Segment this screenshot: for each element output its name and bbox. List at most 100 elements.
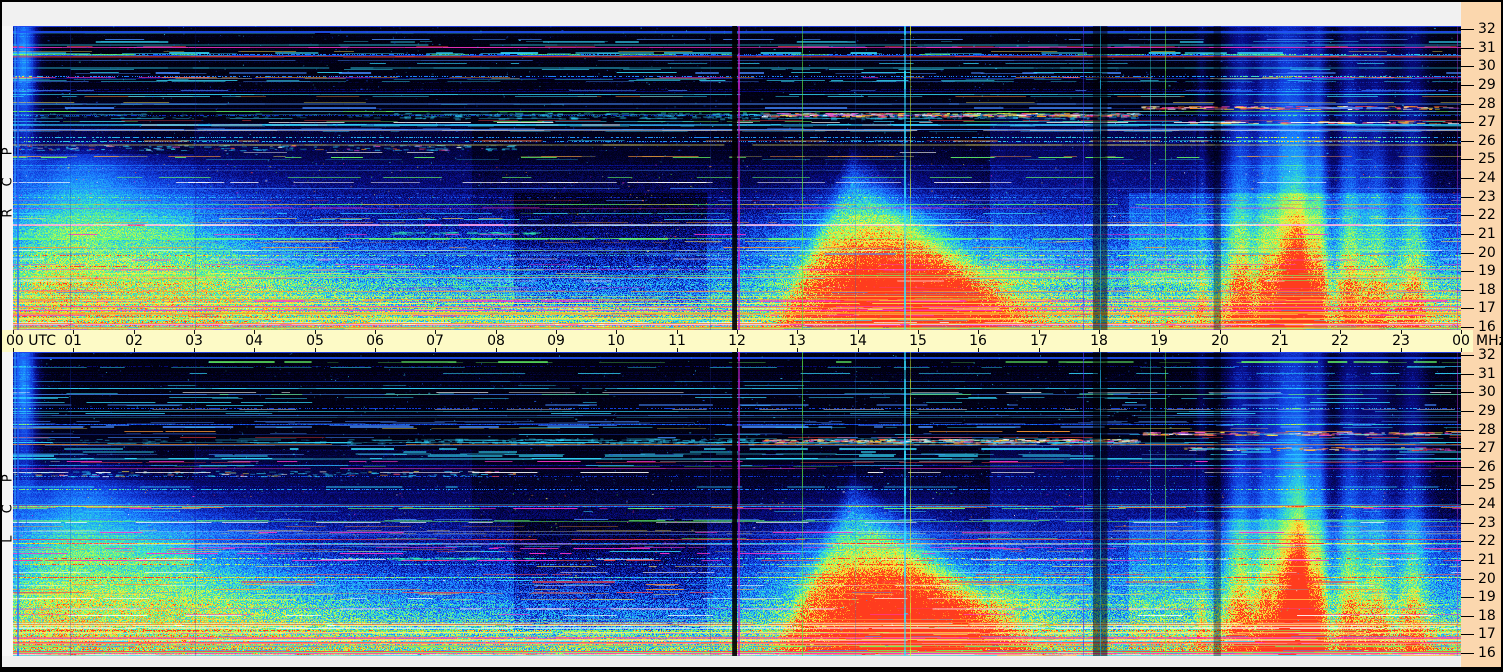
freq-tick-label: 23 [1478, 515, 1496, 531]
bottom-strip [2, 656, 1461, 667]
freq-tick [1461, 122, 1474, 123]
rcp-frequency-scale: 32 31 30 29 28 27 26 25 24 23 22 21 20 19 18 17 16 [1461, 21, 1503, 335]
freq-tick [1461, 253, 1474, 254]
time-tick-label: 20 [1211, 333, 1229, 349]
freq-tick-label: 19 [1478, 589, 1496, 605]
freq-tick [1461, 234, 1474, 235]
time-tick-label: 13 [788, 333, 806, 349]
lcp-frequency-scale: 32 31 30 29 28 27 26 25 24 23 22 21 20 19 18 17 16 [1461, 347, 1503, 661]
freq-tick [1461, 653, 1474, 654]
freq-tick-label: 24 [1478, 496, 1496, 512]
freq-tick-label: 25 [1478, 477, 1496, 493]
time-tick-label: 00 UTC [6, 333, 57, 349]
freq-tick-label: 31 [1478, 40, 1496, 56]
freq-tick [1461, 197, 1474, 198]
freq-tick [1461, 159, 1474, 160]
freq-tick [1461, 411, 1474, 412]
freq-tick-label: 16 [1478, 645, 1496, 661]
freq-tick-label: 17 [1478, 300, 1496, 316]
freq-tick-label: 32 [1478, 347, 1496, 363]
freq-tick-label: 21 [1478, 552, 1496, 568]
freq-tick-label: 18 [1478, 282, 1496, 298]
time-tick-label: 16 [969, 333, 987, 349]
freq-tick-label: 28 [1478, 422, 1496, 438]
freq-tick [1461, 327, 1474, 328]
freq-tick-label: 30 [1478, 58, 1496, 74]
freq-tick [1461, 85, 1474, 86]
freq-tick [1461, 392, 1474, 393]
freq-tick-label: 18 [1478, 608, 1496, 624]
freq-tick [1461, 66, 1474, 67]
time-tick-label: 17 [1030, 333, 1048, 349]
freq-tick-label: 24 [1478, 170, 1496, 186]
time-tick-label: 14 [849, 333, 867, 349]
freq-tick [1461, 616, 1474, 617]
freq-tick-label: 26 [1478, 459, 1496, 475]
time-tick-label: 21 [1271, 333, 1289, 349]
freq-tick [1461, 448, 1474, 449]
time-axis: 00 UTC 01 02 03 04 05 06 07 08 09 10 11 12 13 14 15 16 17… [2, 330, 1473, 352]
time-tick-label: 04 [245, 333, 263, 349]
time-tick-label: 12 [728, 333, 746, 349]
freq-tick-label: 21 [1478, 226, 1496, 242]
freq-tick [1461, 597, 1474, 598]
freq-tick [1461, 634, 1474, 635]
time-tick-label: 08 [487, 333, 505, 349]
freq-tick-label: 22 [1478, 207, 1496, 223]
freq-tick-label: 29 [1478, 403, 1496, 419]
time-tick-label: 06 [366, 333, 384, 349]
time-tick-label: 02 [125, 333, 143, 349]
freq-tick-label: 20 [1478, 245, 1496, 261]
time-tick-label: 09 [547, 333, 565, 349]
time-tick-label: 10 [607, 333, 625, 349]
time-tick-label: 18 [1090, 333, 1108, 349]
freq-tick [1461, 579, 1474, 580]
freq-tick [1461, 308, 1474, 309]
title-bar: AJ4CO Observatory 08 Jul 2024 - DPS on T… [2, 2, 1461, 47]
time-tick-label: 11 [668, 333, 686, 349]
freq-tick-label: 20 [1478, 571, 1496, 587]
freq-tick [1461, 374, 1474, 375]
time-tick-label: 01 [64, 333, 82, 349]
time-tick-label: 15 [909, 333, 927, 349]
freq-tick [1461, 467, 1474, 468]
freq-tick [1461, 560, 1474, 561]
time-tick-label: 05 [306, 333, 324, 349]
freq-tick [1461, 104, 1474, 105]
freq-tick-label: 28 [1478, 96, 1496, 112]
freq-tick [1461, 430, 1474, 431]
rcp-polarization-strip: R C P [0, 26, 15, 330]
freq-tick-label: 17 [1478, 626, 1496, 642]
freq-tick-label: 25 [1478, 151, 1496, 167]
freq-tick [1461, 523, 1474, 524]
time-tick-label: 22 [1331, 333, 1349, 349]
freq-tick [1461, 271, 1474, 272]
rcp-spectrogram [13, 26, 1461, 330]
freq-tick-label: 30 [1478, 384, 1496, 400]
time-tick-label: 19 [1150, 333, 1168, 349]
freq-tick-label: 32 [1478, 21, 1496, 37]
freq-tick [1461, 48, 1474, 49]
freq-tick-label: 29 [1478, 77, 1496, 93]
time-tick-label: 23 [1392, 333, 1410, 349]
freq-tick [1461, 485, 1474, 486]
lcp-polarization-strip: L C P [0, 352, 15, 656]
freq-tick-label: 19 [1478, 263, 1496, 279]
freq-tick [1461, 141, 1474, 142]
freq-tick [1461, 178, 1474, 179]
freq-tick [1461, 541, 1474, 542]
time-tick-label: 00 [1452, 333, 1470, 349]
freq-tick-label: 22 [1478, 533, 1496, 549]
freq-tick-label: 27 [1478, 440, 1496, 456]
freq-tick [1461, 355, 1474, 356]
freq-tick-label: 26 [1478, 133, 1496, 149]
time-tick-label: 03 [185, 333, 203, 349]
freq-tick-label: 23 [1478, 189, 1496, 205]
freq-tick [1461, 290, 1474, 291]
freq-tick [1461, 215, 1474, 216]
time-tick-label: 07 [426, 333, 444, 349]
freq-tick [1461, 29, 1474, 30]
freq-tick-label: 31 [1478, 366, 1496, 382]
app-window: AJ4CO Observatory 08 Jul 2024 - DPS on T… [0, 0, 1503, 672]
lcp-spectrogram [13, 352, 1461, 656]
